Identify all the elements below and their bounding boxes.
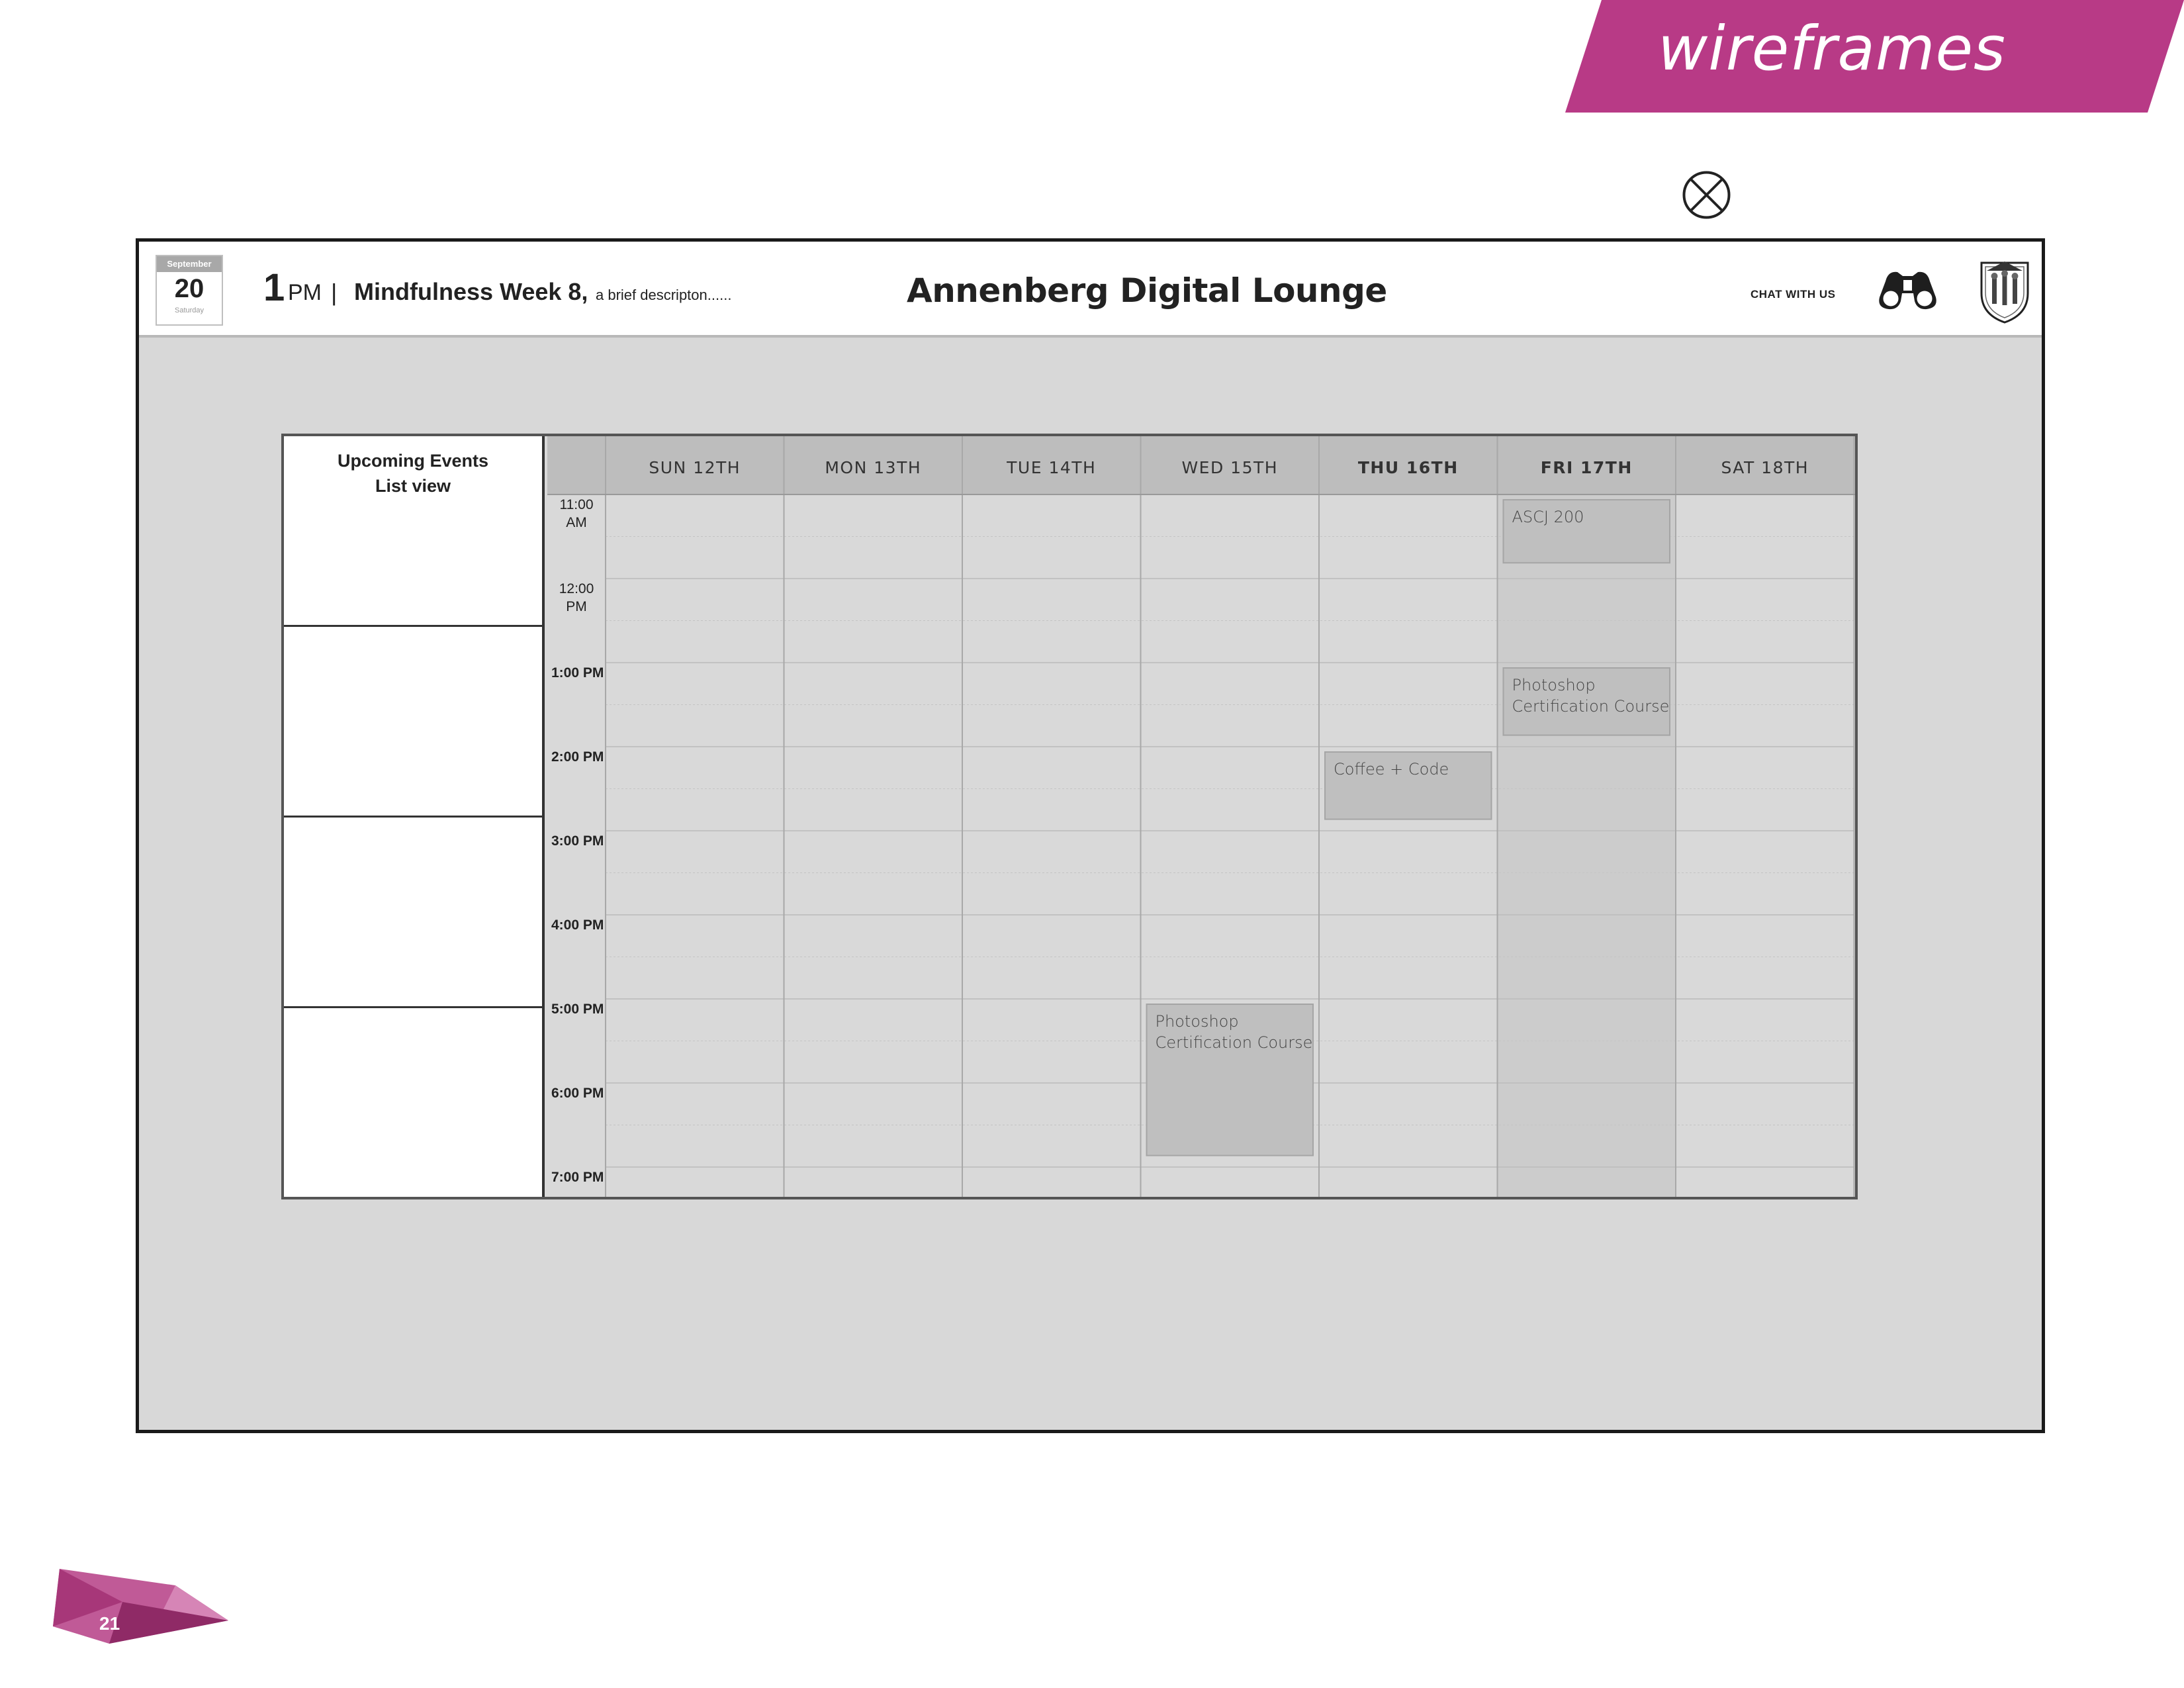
time-label: AM	[566, 515, 587, 530]
page-title: Annenberg Digital Lounge	[907, 271, 1387, 310]
time-label: 7:00 PM	[551, 1170, 604, 1185]
week-calendar-grid: SUN 12TH MON 13TH TUE 14TH WED 15TH THU 16TH…	[547, 436, 1855, 1197]
banner-title: wireframes	[1658, 13, 2006, 84]
event-title: Certification Course	[1156, 1033, 1313, 1052]
event-title: Photoshop	[1156, 1012, 1239, 1031]
time-label: 1:00 PM	[551, 665, 604, 680]
calendar-modal: Upcoming Events List view SUN 12TH MON 13…	[281, 434, 1858, 1199]
upcoming-events-header[interactable]: Upcoming Events List view	[284, 436, 542, 627]
university-crest-icon	[1980, 261, 2029, 324]
chat-with-us-link[interactable]: CHAT WITH US	[1751, 288, 1835, 301]
time-label: 6:00 PM	[551, 1086, 604, 1101]
event-title: Photoshop	[1512, 676, 1596, 694]
time-label: 2:00 PM	[551, 749, 604, 765]
binoculars-icon[interactable]	[1876, 267, 1939, 313]
time-label: 4:00 PM	[551, 917, 604, 933]
page-number: 21	[99, 1613, 120, 1634]
day-header[interactable]: THU 16TH	[1358, 458, 1459, 477]
event-title: Coffee + Code	[1334, 760, 1449, 778]
date-widget: September 20 Saturday	[156, 255, 223, 326]
list-view-label: List view	[375, 476, 451, 496]
day-header[interactable]: WED 15TH	[1181, 458, 1278, 477]
event-list-item[interactable]	[284, 1008, 542, 1197]
day-header[interactable]: SAT 18TH	[1721, 458, 1809, 477]
time-label: 11:00	[560, 497, 594, 512]
current-event-description: a brief descripton......	[596, 287, 732, 303]
time-label: 5:00 PM	[551, 1002, 604, 1017]
section-banner: wireframes	[1565, 0, 2184, 113]
separator: |	[331, 279, 338, 306]
time-label: PM	[566, 599, 587, 614]
event-title: Certification Course	[1512, 697, 1670, 716]
kiosk-screen: September 20 Saturday 1 PM | Mindfulness…	[136, 238, 2045, 1433]
event-list-item[interactable]	[284, 818, 542, 1008]
today-column	[1497, 494, 1676, 1197]
time-label: 12:00	[559, 581, 594, 596]
current-event-title[interactable]: Mindfulness Week 8,	[354, 278, 588, 306]
top-bar: September 20 Saturday 1 PM | Mindfulness…	[139, 242, 2042, 338]
upcoming-events-title: Upcoming Events	[337, 451, 489, 471]
day-header[interactable]: TUE 14TH	[1006, 458, 1096, 477]
date-weekday: Saturday	[174, 306, 205, 314]
date-day: 20	[174, 274, 205, 303]
day-header[interactable]: SUN 12TH	[649, 458, 741, 477]
upcoming-events-panel: Upcoming Events List view	[284, 436, 545, 1197]
page-number-badge: 21	[53, 1569, 228, 1644]
date-month: September	[157, 256, 222, 272]
day-header[interactable]: MON 13TH	[825, 458, 921, 477]
current-event-ampm: PM	[288, 280, 322, 305]
time-label: 3:00 PM	[551, 833, 604, 849]
day-header[interactable]: FRI 17TH	[1541, 458, 1633, 477]
event-title: ASCJ 200	[1512, 508, 1584, 526]
close-icon[interactable]	[1682, 170, 1731, 220]
current-event-hour: 1	[263, 266, 285, 309]
event-list-item[interactable]	[284, 627, 542, 818]
